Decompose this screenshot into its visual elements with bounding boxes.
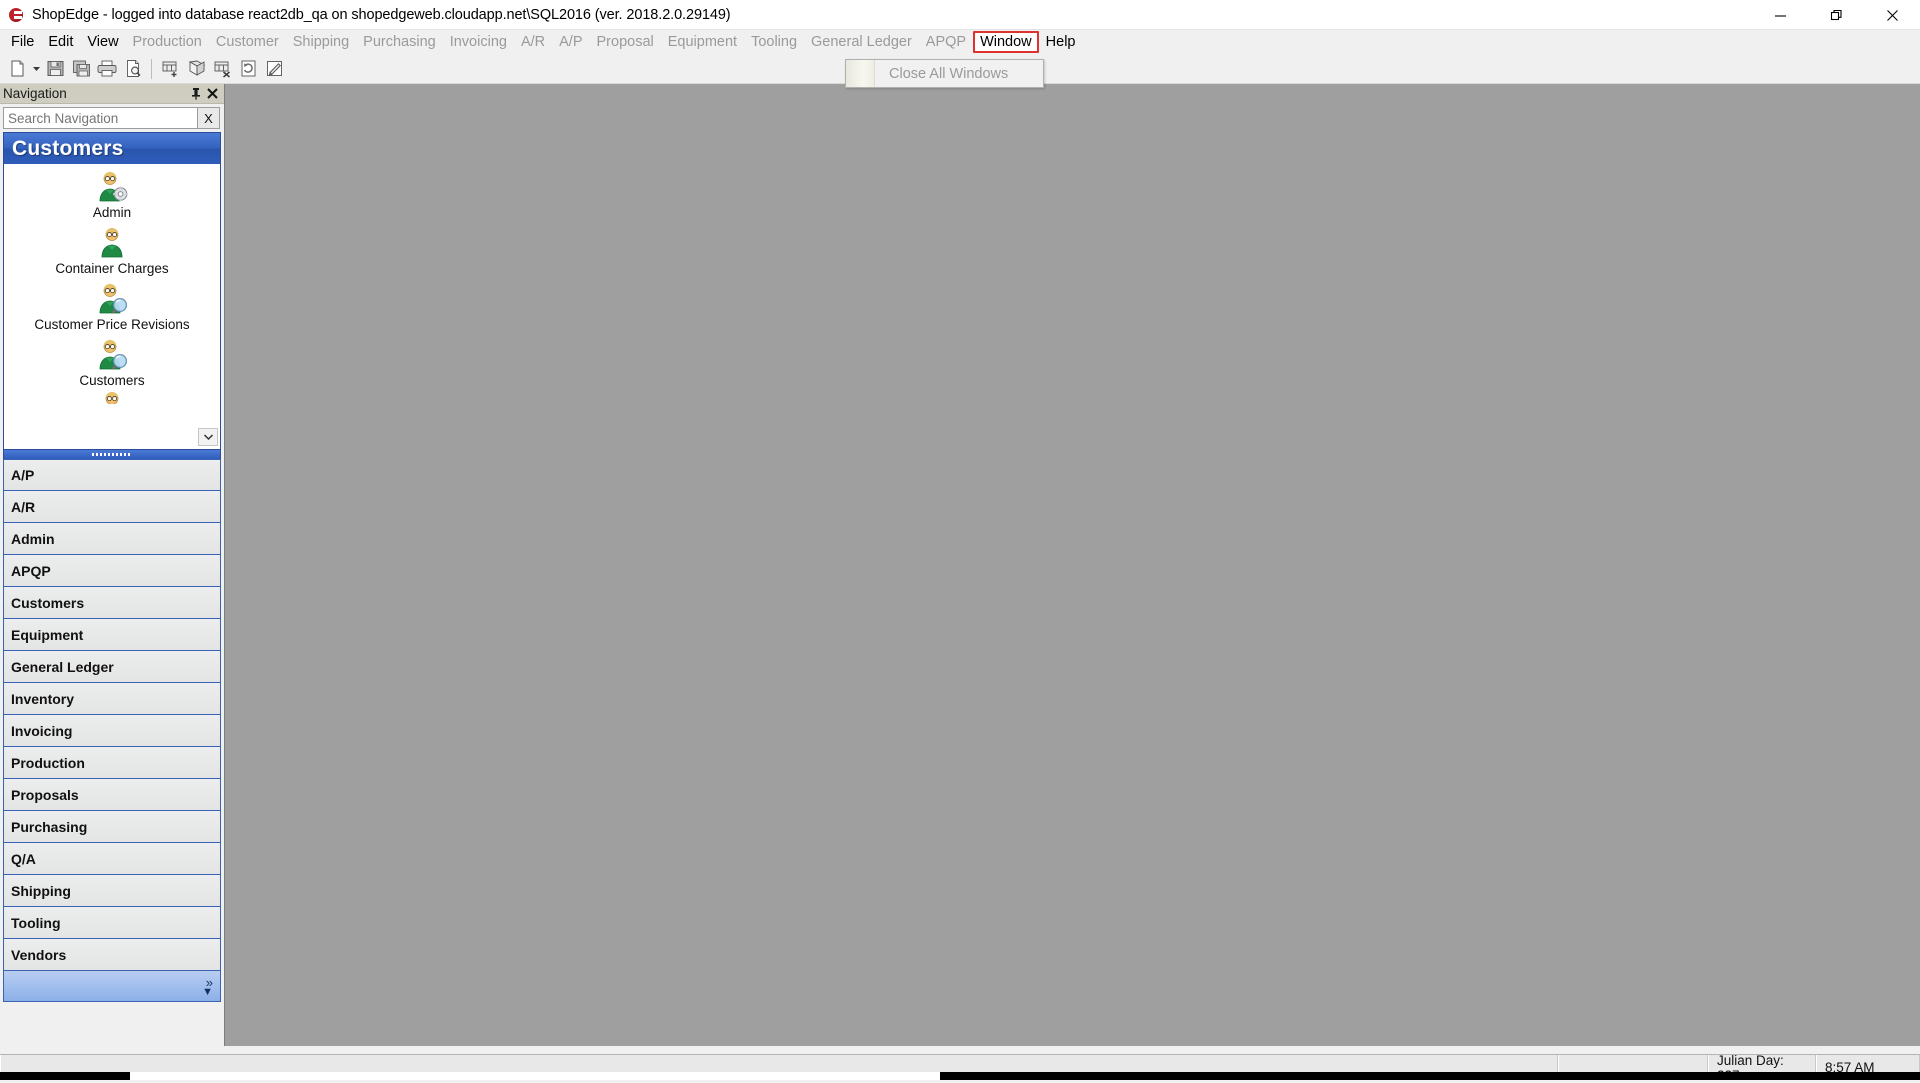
menu-ap[interactable]: A/P [552, 31, 589, 53]
menu-equipment[interactable]: Equipment [661, 31, 744, 53]
menu-bar: File Edit View Production Customer Shipp… [0, 30, 1920, 54]
navigation-header: Navigation [0, 84, 224, 104]
menu-view[interactable]: View [80, 31, 125, 53]
title-bar: ShopEdge - logged into database react2db… [0, 0, 1920, 30]
menu-ar[interactable]: A/R [514, 31, 552, 53]
sidebar-item-equipment[interactable]: Equipment [3, 619, 221, 651]
edit-icon[interactable] [261, 56, 287, 82]
nav-tile-label: Admin [93, 205, 131, 220]
sidebar-item-ar[interactable]: A/R [3, 491, 221, 523]
menu-edit[interactable]: Edit [41, 31, 80, 53]
menu-production[interactable]: Production [126, 31, 209, 53]
menu-apqp[interactable]: APQP [919, 31, 973, 53]
copy-record-icon[interactable] [183, 56, 209, 82]
sidebar-item-general-ledger[interactable]: General Ledger [3, 651, 221, 683]
nav-tile-partial[interactable] [4, 388, 220, 404]
menu-window[interactable]: Window [973, 31, 1039, 53]
sidebar-item-admin[interactable]: Admin [3, 523, 221, 555]
navigation-group-customers: Customers [3, 132, 221, 450]
user-icon [95, 390, 129, 404]
window-controls [1752, 0, 1920, 30]
menu-item-close-all-windows[interactable]: Close All Windows [846, 60, 1043, 87]
close-icon[interactable] [204, 86, 220, 102]
nav-tile-label: Container Charges [55, 261, 168, 276]
user-search-icon [95, 282, 129, 315]
minimize-button[interactable] [1752, 0, 1808, 30]
menu-invoicing[interactable]: Invoicing [443, 31, 514, 53]
taskbar-active-segment [130, 1072, 940, 1080]
search-input[interactable] [3, 107, 198, 129]
sidebar-item-qa[interactable]: Q/A [3, 843, 221, 875]
close-button[interactable] [1864, 0, 1920, 30]
sidebar-item-invoicing[interactable]: Invoicing [3, 715, 221, 747]
delete-record-icon[interactable] [209, 56, 235, 82]
menu-file[interactable]: File [4, 31, 41, 53]
shopedge-logo-icon [8, 7, 24, 23]
user-search-icon [95, 338, 129, 371]
menu-customer[interactable]: Customer [209, 31, 286, 53]
navigation-overflow-bar[interactable]: » ▼ [3, 971, 221, 1002]
nav-tile-admin[interactable]: Admin [4, 164, 220, 220]
navigation-search-row: X [0, 104, 224, 132]
taskbar-strip [0, 1072, 1920, 1080]
nav-tile-container-charges[interactable]: Container Charges [4, 220, 220, 276]
menu-proposal[interactable]: Proposal [590, 31, 661, 53]
navigation-accordion: A/P A/R Admin APQP Customers Equipment G… [3, 459, 221, 971]
save-all-icon[interactable] [68, 56, 94, 82]
sidebar-item-shipping[interactable]: Shipping [3, 875, 221, 907]
sidebar-item-customers[interactable]: Customers [3, 587, 221, 619]
workspace: Navigation X Customers [0, 84, 1920, 1046]
pin-icon[interactable] [188, 86, 204, 102]
group-body: Admin Container Charges [4, 164, 220, 449]
menu-help[interactable]: Help [1039, 31, 1083, 53]
splitter-grip [92, 453, 132, 456]
navigation-title: Navigation [3, 86, 188, 101]
menu-shipping[interactable]: Shipping [286, 31, 356, 53]
window-title: ShopEdge - logged into database react2db… [32, 7, 731, 23]
group-title: Customers [4, 133, 220, 164]
add-record-icon[interactable] [157, 56, 183, 82]
restore-button[interactable] [1808, 0, 1864, 30]
print-icon[interactable] [94, 56, 120, 82]
sidebar-item-vendors[interactable]: Vendors [3, 939, 221, 971]
chevron-down-icon[interactable] [198, 428, 218, 446]
dropdown-caret-icon[interactable] [30, 56, 42, 82]
refresh-icon[interactable] [235, 56, 261, 82]
menu-item-icon-gutter [846, 60, 875, 87]
sidebar-item-apqp[interactable]: APQP [3, 555, 221, 587]
sidebar-item-proposals[interactable]: Proposals [3, 779, 221, 811]
nav-tile-label: Customer Price Revisions [34, 317, 189, 332]
nav-tile-customers[interactable]: Customers [4, 332, 220, 388]
window-menu-dropdown: Close All Windows [845, 59, 1044, 88]
menu-tooling[interactable]: Tooling [744, 31, 804, 53]
chevron-down-icon[interactable]: ▼ [202, 987, 213, 998]
print-preview-icon[interactable] [120, 56, 146, 82]
toolbar-separator [151, 59, 152, 79]
user-icon [95, 226, 129, 259]
sidebar-item-production[interactable]: Production [3, 747, 221, 779]
nav-tile-customer-price-revisions[interactable]: Customer Price Revisions [4, 276, 220, 332]
user-gear-icon [95, 170, 129, 203]
nav-tile-label: Customers [79, 373, 144, 388]
navigation-panel: Navigation X Customers [0, 84, 225, 1046]
menu-general-ledger[interactable]: General Ledger [804, 31, 919, 53]
sidebar-item-inventory[interactable]: Inventory [3, 683, 221, 715]
sidebar-item-purchasing[interactable]: Purchasing [3, 811, 221, 843]
search-clear-button[interactable]: X [198, 107, 220, 129]
menu-item-label: Close All Windows [875, 66, 1008, 82]
sidebar-item-tooling[interactable]: Tooling [3, 907, 221, 939]
menu-purchasing[interactable]: Purchasing [356, 31, 443, 53]
sidebar-item-ap[interactable]: A/P [3, 459, 221, 491]
save-icon[interactable] [42, 56, 68, 82]
new-document-icon[interactable] [4, 56, 30, 82]
navigation-splitter[interactable] [3, 450, 221, 459]
